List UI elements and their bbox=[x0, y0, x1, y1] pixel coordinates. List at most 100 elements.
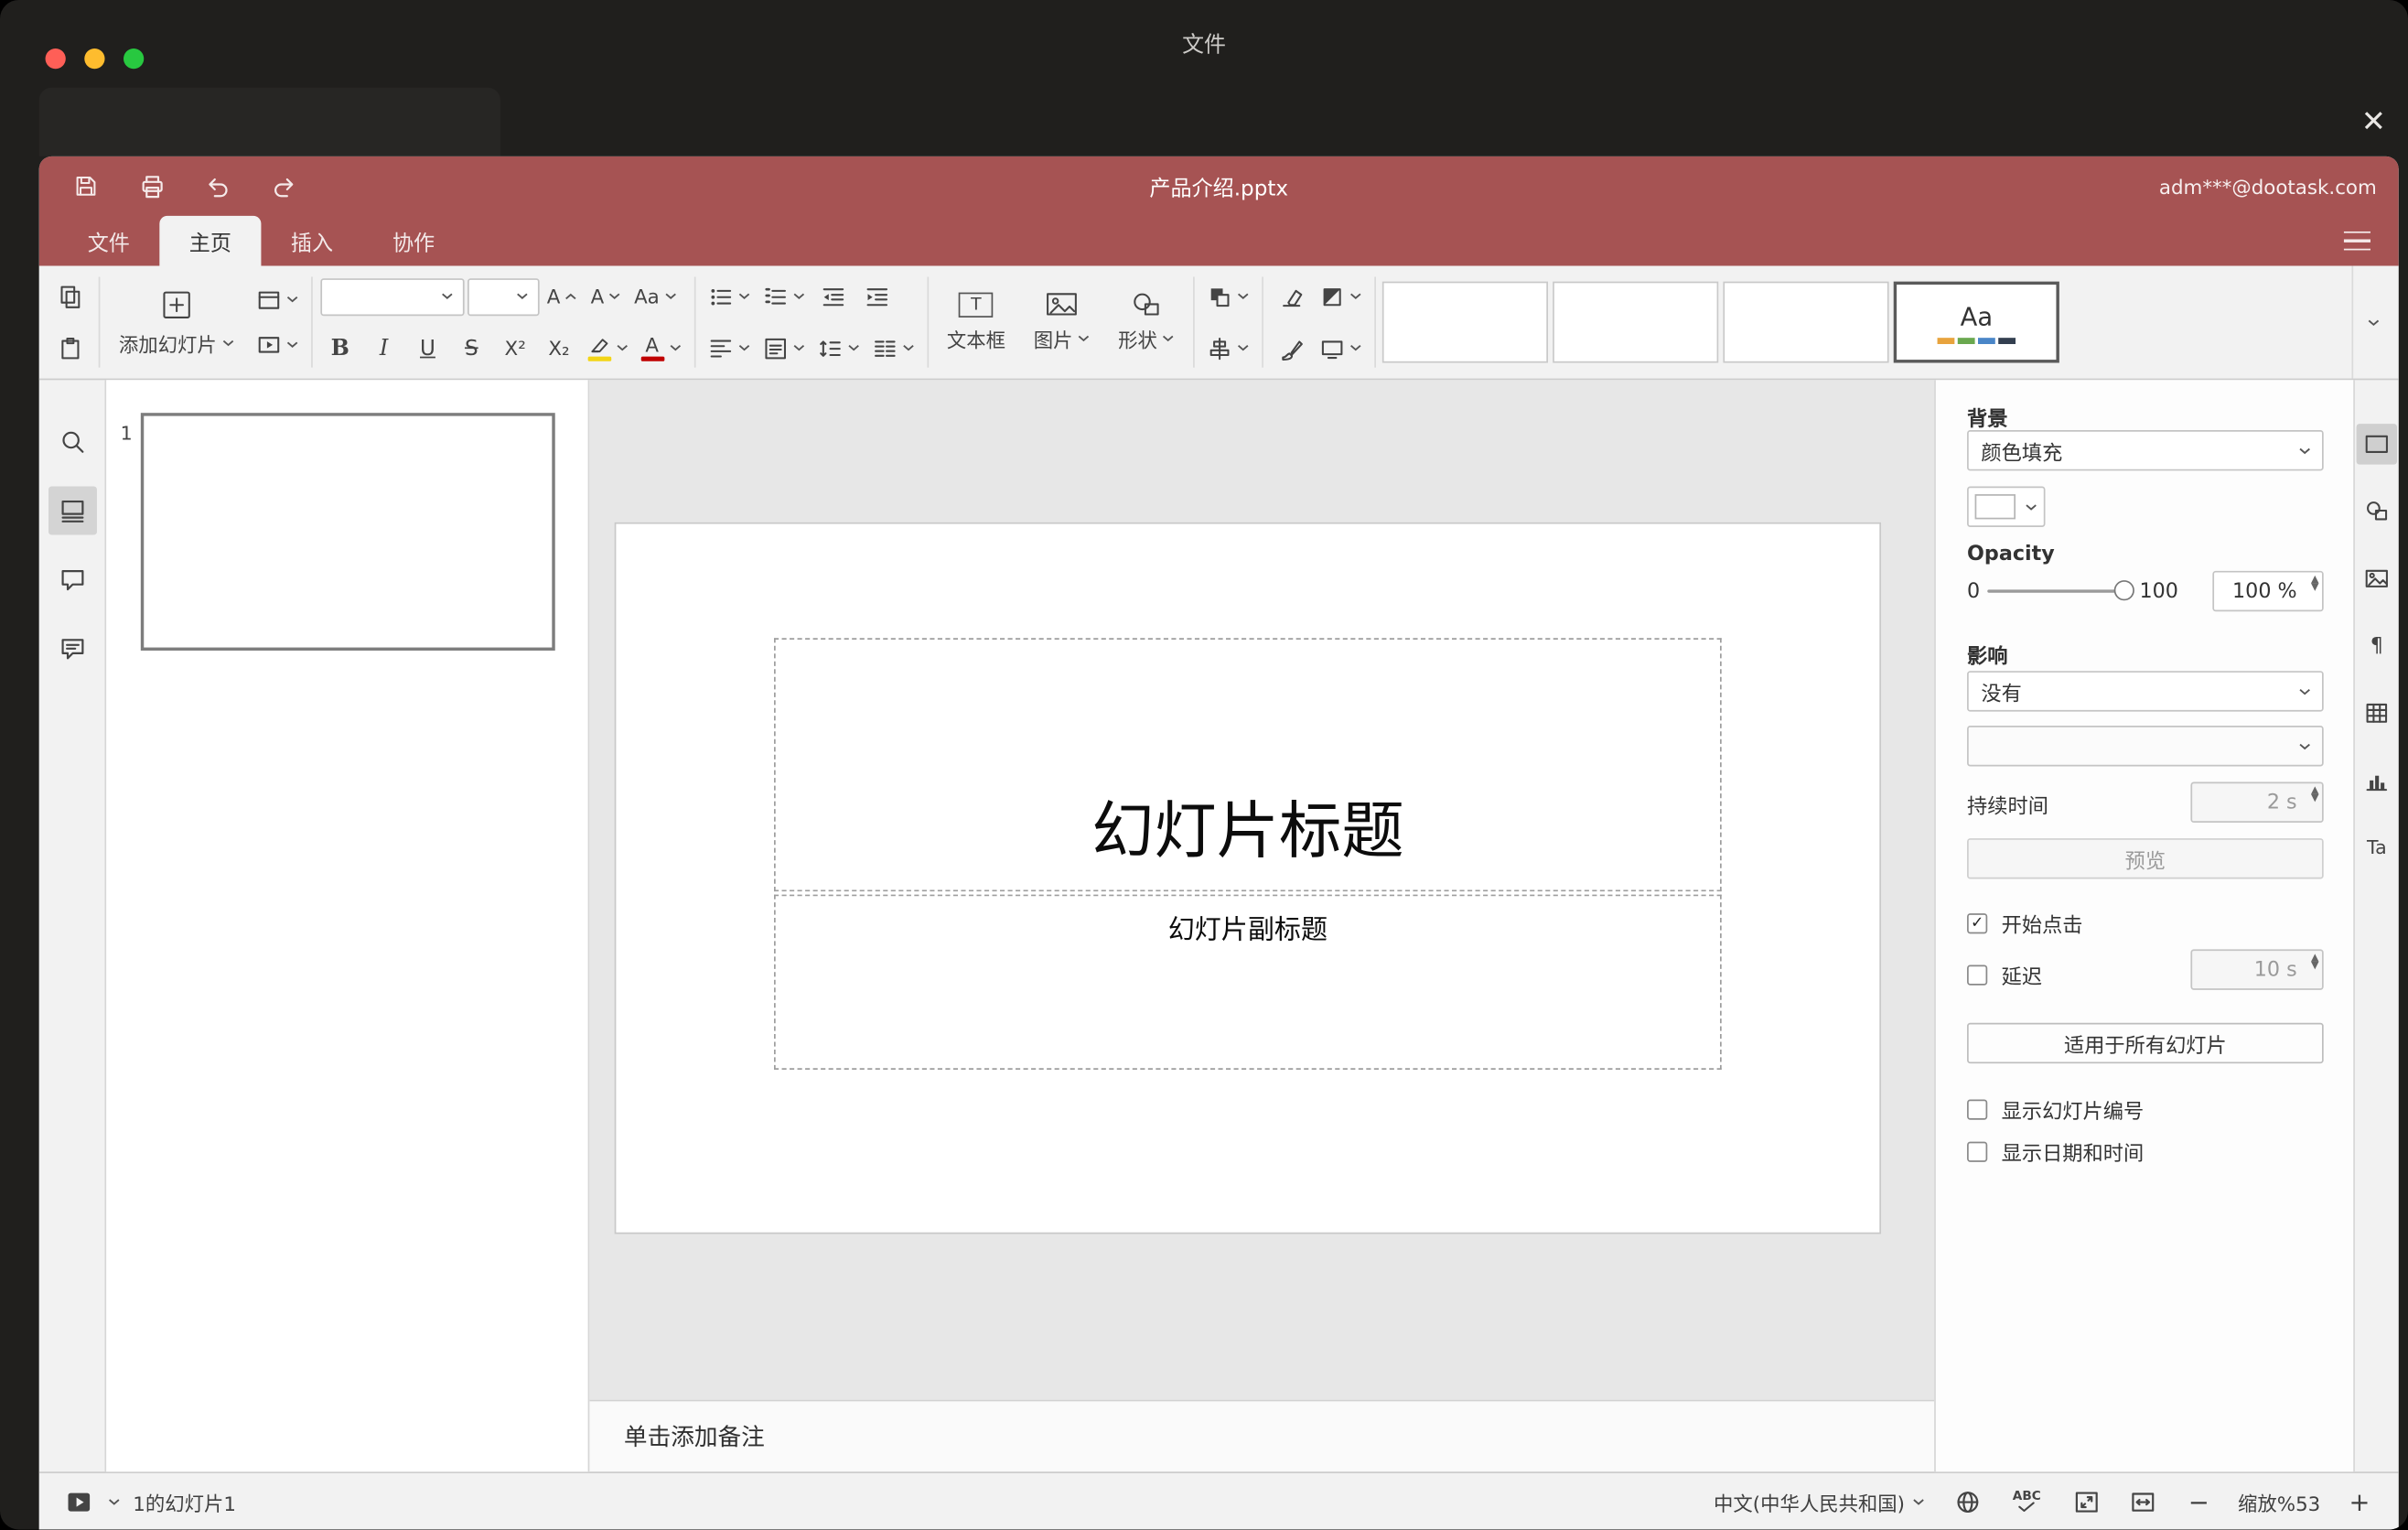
tab-home[interactable]: 主页 bbox=[159, 215, 262, 266]
align-objects-icon bbox=[1209, 337, 1230, 360]
effect-type-select[interactable] bbox=[1967, 726, 2324, 767]
close-icon[interactable]: ✕ bbox=[2351, 100, 2395, 144]
shape-fill-button[interactable] bbox=[1315, 275, 1366, 318]
spellcheck-button[interactable]: ABC bbox=[2010, 1484, 2045, 1519]
vertical-align-button[interactable] bbox=[758, 327, 809, 369]
theme-thumbnail-3[interactable] bbox=[1723, 281, 1889, 363]
arrange-shape-button[interactable] bbox=[1202, 275, 1253, 318]
duration-input[interactable]: 2 s ▲ ▼ bbox=[2190, 781, 2324, 823]
insert-textbox-button[interactable]: T 文本框 bbox=[936, 272, 1016, 372]
clear-style-button[interactable] bbox=[1272, 275, 1312, 318]
image-settings-tab[interactable] bbox=[2357, 558, 2397, 598]
show-datetime-checkbox[interactable] bbox=[1967, 1141, 1988, 1162]
textart-settings-tab[interactable]: Ta bbox=[2357, 827, 2397, 867]
theme-thumbnail-1[interactable] bbox=[1381, 281, 1549, 363]
change-layout-button[interactable] bbox=[251, 278, 302, 320]
line-spacing-button[interactable] bbox=[812, 327, 864, 369]
italic-button[interactable]: I bbox=[363, 327, 403, 369]
insert-image-button[interactable]: 图片 bbox=[1023, 272, 1101, 372]
chat-button[interactable] bbox=[48, 624, 96, 673]
zoom-in-button[interactable]: + bbox=[2342, 1484, 2377, 1519]
search-button[interactable] bbox=[48, 417, 96, 466]
preview-button[interactable]: 预览 bbox=[1967, 838, 2324, 879]
delay-input[interactable]: 10 s ▲ ▼ bbox=[2190, 949, 2324, 990]
highlight-color-button[interactable] bbox=[583, 327, 633, 369]
chart-settings-tab[interactable] bbox=[2357, 760, 2397, 801]
chevron-down-icon[interactable] bbox=[108, 1497, 121, 1505]
subtitle-placeholder[interactable]: 幻灯片副标题 bbox=[773, 894, 1722, 1071]
effect-select[interactable]: 没有 bbox=[1967, 671, 2324, 712]
numbering-button[interactable] bbox=[758, 275, 809, 318]
change-case-button[interactable]: Aa bbox=[629, 275, 682, 318]
slide[interactable]: 幻灯片标题 幻灯片副标题 bbox=[616, 523, 1880, 1233]
font-name-select[interactable] bbox=[319, 277, 464, 316]
redo-button[interactable] bbox=[258, 164, 308, 208]
paste-button[interactable] bbox=[50, 327, 91, 369]
save-button[interactable] bbox=[61, 164, 112, 208]
add-slide-button[interactable]: 添加幻灯片 bbox=[108, 272, 245, 372]
chevron-down-icon bbox=[1078, 335, 1090, 342]
spinner-icon[interactable]: ▲ ▼ bbox=[2311, 574, 2319, 592]
insert-shape-button[interactable]: 形状 bbox=[1107, 272, 1185, 372]
decrease-font-button[interactable]: A bbox=[586, 275, 626, 318]
horizontal-align-button[interactable] bbox=[703, 327, 754, 369]
theme-thumbnail-2[interactable] bbox=[1553, 281, 1719, 363]
table-settings-tab[interactable] bbox=[2357, 693, 2397, 733]
notes-area[interactable]: 单击添加备注 bbox=[589, 1399, 1935, 1472]
slide-thumbnail-selected[interactable] bbox=[140, 413, 555, 651]
columns-button[interactable] bbox=[867, 327, 919, 369]
print-button[interactable] bbox=[126, 164, 177, 208]
shape-settings-tab[interactable] bbox=[2357, 491, 2397, 532]
opacity-input[interactable]: 100 % ▲ ▼ bbox=[2212, 570, 2324, 612]
tab-insert[interactable]: 插入 bbox=[261, 216, 362, 266]
spinner-icon[interactable]: ▲ ▼ bbox=[2311, 785, 2319, 803]
menu-button[interactable] bbox=[2333, 221, 2380, 261]
underline-button[interactable]: U bbox=[407, 327, 447, 369]
bold-button[interactable]: B bbox=[320, 327, 360, 369]
delay-checkbox[interactable] bbox=[1967, 964, 1988, 986]
fit-width-button[interactable] bbox=[2125, 1484, 2160, 1519]
decrease-indent-button[interactable] bbox=[812, 275, 853, 318]
paragraph-settings-tab[interactable]: ¶ bbox=[2357, 626, 2397, 666]
minimize-window-button[interactable] bbox=[84, 48, 105, 70]
theme-thumbnail-4-selected[interactable]: Aa bbox=[1893, 281, 2059, 363]
start-slideshow-button[interactable] bbox=[251, 324, 302, 366]
opacity-slider-knob[interactable] bbox=[2114, 580, 2135, 601]
title-placeholder[interactable]: 幻灯片标题 bbox=[773, 638, 1722, 892]
close-window-button[interactable] bbox=[45, 48, 66, 70]
opacity-slider[interactable] bbox=[1987, 580, 2135, 601]
theme-gallery-expand-button[interactable] bbox=[2351, 265, 2392, 379]
align-shape-button[interactable] bbox=[1202, 327, 1253, 369]
increase-font-button[interactable]: A bbox=[542, 275, 582, 318]
copy-button[interactable] bbox=[50, 275, 91, 318]
slide-canvas[interactable]: 幻灯片标题 幻灯片副标题 bbox=[589, 380, 1935, 1400]
increase-indent-button[interactable] bbox=[856, 275, 897, 318]
font-color-button[interactable]: A bbox=[636, 327, 686, 369]
apply-to-all-slides-button[interactable]: 适用于所有幻灯片 bbox=[1967, 1022, 2324, 1064]
slide-settings-tab[interactable] bbox=[2356, 424, 2398, 465]
macos-titlebar: 文件 bbox=[0, 0, 2408, 88]
tab-file[interactable]: 文件 bbox=[58, 216, 159, 266]
background-color-select[interactable] bbox=[1967, 486, 2046, 527]
font-size-select[interactable] bbox=[467, 277, 539, 316]
fit-slide-button[interactable] bbox=[2069, 1484, 2103, 1519]
comments-button[interactable] bbox=[48, 555, 96, 604]
background-fill-select[interactable]: 颜色填充 bbox=[1967, 429, 2324, 471]
spinner-icon[interactable]: ▲ ▼ bbox=[2311, 952, 2319, 970]
start-slideshow-statusbar-button[interactable] bbox=[61, 1484, 96, 1519]
zoom-window-button[interactable] bbox=[124, 48, 145, 70]
set-language-button[interactable] bbox=[1951, 1484, 1985, 1519]
tab-collaboration[interactable]: 协作 bbox=[363, 216, 465, 266]
show-slide-number-checkbox[interactable] bbox=[1967, 1099, 1988, 1120]
zoom-out-button[interactable]: − bbox=[2182, 1484, 2217, 1519]
slide-size-button[interactable] bbox=[1315, 327, 1366, 369]
strikethrough-button[interactable]: S bbox=[451, 327, 491, 369]
superscript-button[interactable]: X² bbox=[495, 327, 535, 369]
undo-button[interactable] bbox=[192, 164, 242, 208]
bullets-button[interactable] bbox=[703, 275, 754, 318]
language-select[interactable]: 中文(中华人民共和国) bbox=[1714, 1486, 1925, 1515]
copy-style-button[interactable] bbox=[1272, 327, 1312, 369]
subscript-button[interactable]: X₂ bbox=[539, 327, 579, 369]
slides-panel-button[interactable] bbox=[48, 486, 97, 535]
start-on-click-checkbox[interactable]: ✓ bbox=[1967, 913, 1988, 934]
